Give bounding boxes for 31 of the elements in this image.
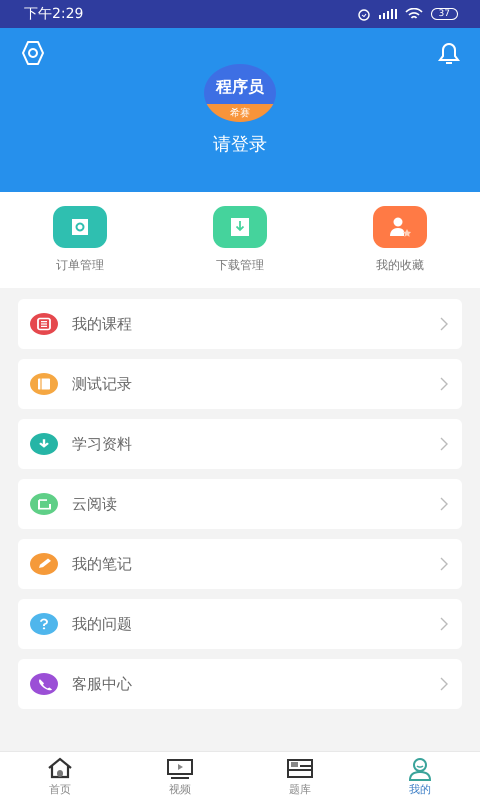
menu-item[interactable]: 测试记录 (18, 359, 462, 409)
logo-title: 程序员 (214, 76, 265, 98)
chevron-icon (440, 617, 448, 631)
menu-item[interactable]: 我的问题 (18, 599, 462, 649)
quick-action[interactable]: 订单管理 (20, 206, 140, 274)
status-time: 下午2:29 (24, 5, 84, 23)
nav-tab[interactable]: 首页 (0, 752, 120, 800)
nav-tab[interactable]: 题库 (240, 752, 360, 800)
chevron-icon (440, 677, 448, 691)
battery-indicator: 37 (430, 8, 458, 20)
chevron-icon (440, 557, 448, 571)
menu-item[interactable]: 客服中心 (18, 659, 462, 709)
login-link[interactable]: 请登录 (213, 132, 267, 156)
nav-tab[interactable]: 视频 (120, 752, 240, 800)
notification-icon[interactable] (436, 40, 462, 66)
nav-tab[interactable]: 我的 (360, 752, 480, 800)
chevron-icon (440, 377, 448, 391)
wifi-icon (404, 8, 423, 20)
logo-subtitle: 希赛 (204, 104, 276, 122)
me-icon (406, 755, 434, 781)
menu-item[interactable]: 我的笔记 (18, 539, 462, 589)
signal-icon (378, 9, 397, 19)
quick-action[interactable]: 我的收藏 (340, 206, 460, 274)
chevron-icon (440, 317, 448, 331)
menu-item[interactable]: 云阅读 (18, 479, 462, 529)
quick-action[interactable]: 下载管理 (180, 206, 300, 274)
home-icon (46, 755, 74, 781)
menu-item[interactable]: 学习资料 (18, 419, 462, 469)
chevron-icon (440, 437, 448, 451)
chevron-icon (440, 497, 448, 511)
menu-item[interactable]: 我的课程 (18, 299, 462, 349)
